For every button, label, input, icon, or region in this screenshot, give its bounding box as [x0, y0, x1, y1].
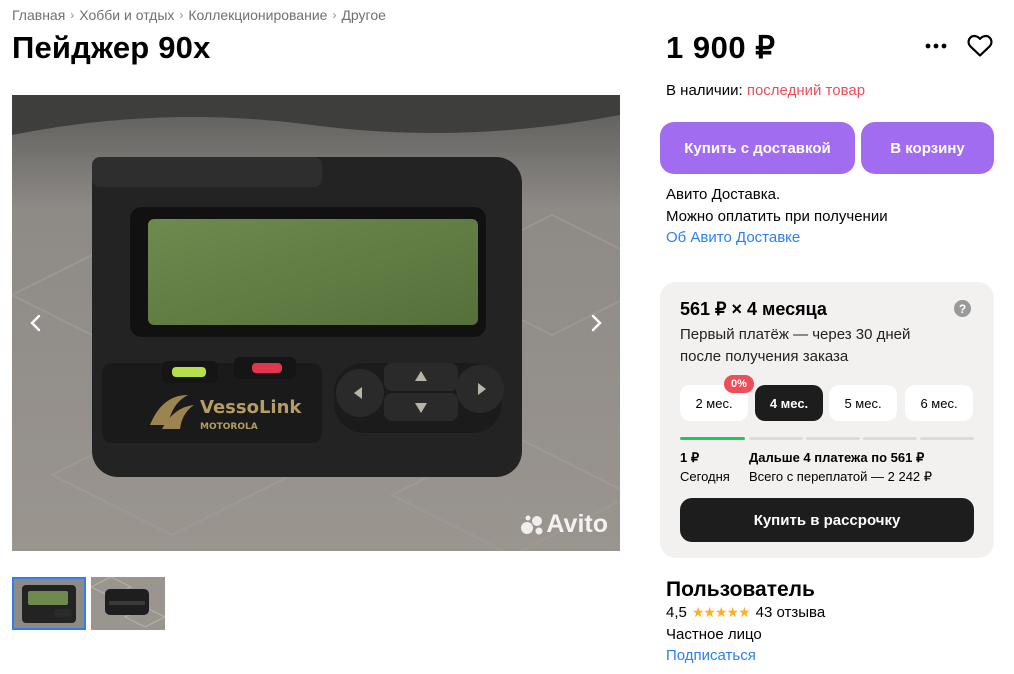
- progress-segment: [920, 437, 974, 440]
- progress-segment: [806, 437, 860, 440]
- first-payment-date: Сегодня: [680, 469, 730, 484]
- rating-stars-icon: ★★★★★: [691, 604, 751, 620]
- chevron-left-icon: [30, 314, 41, 332]
- chevron-right-icon: ›: [70, 8, 75, 22]
- gallery-prev-button[interactable]: [22, 309, 50, 337]
- breadcrumb-collecting[interactable]: Коллекционирование: [188, 7, 327, 23]
- page-title: Пейджер 90х: [12, 30, 211, 65]
- availability: В наличии: последний товар: [666, 82, 865, 99]
- thumbnail-image: [91, 577, 165, 630]
- installment-description: Первый платёж — через 30 дней после полу…: [680, 326, 911, 365]
- seller-rating: 4,5 ★★★★★ 43 отзыва: [666, 604, 825, 621]
- zero-percent-badge: 0%: [724, 375, 754, 393]
- installment-card: 561 ₽ × 4 месяца ? Первый платёж — через…: [660, 282, 994, 558]
- progress-segment-paid: [680, 437, 745, 440]
- heart-icon: [967, 34, 993, 57]
- pager-photo: VessoLink MOTOROLA: [12, 95, 620, 551]
- pager-brand-text: VessoLink: [200, 397, 302, 418]
- progress-segment: [863, 437, 917, 440]
- thumbnail-image: [14, 579, 84, 628]
- avito-watermark: Avito: [520, 510, 608, 539]
- gallery-next-button[interactable]: [582, 309, 610, 337]
- next-payments: Дальше 4 платежа по 561 ₽ Всего с перепл…: [749, 448, 932, 486]
- chevron-right-icon: ›: [179, 8, 184, 22]
- delivery-info-line2: Можно оплатить при получении: [666, 208, 888, 225]
- term-option-5[interactable]: 5 мес.: [829, 385, 897, 421]
- total-with-overpayment: Всего с переплатой — 2 242 ₽: [749, 469, 933, 484]
- gallery-thumbnail-1[interactable]: [12, 577, 86, 630]
- more-dots-icon: [925, 43, 947, 49]
- help-icon[interactable]: ?: [954, 300, 971, 317]
- breadcrumb-other[interactable]: Другое: [341, 7, 385, 23]
- breadcrumb-hobby[interactable]: Хобби и отдых: [79, 7, 174, 23]
- gallery-thumbnail-2[interactable]: [91, 577, 165, 630]
- subscribe-link[interactable]: Подписаться: [666, 647, 756, 664]
- first-payment-amount: 1 ₽: [680, 450, 700, 465]
- photo-gallery[interactable]: VessoLink MOTOROLA Avito: [12, 95, 620, 551]
- progress-segment: [749, 437, 803, 440]
- avito-logo-icon: [521, 515, 543, 534]
- price: 1 900 ₽: [666, 30, 776, 65]
- buy-installment-button[interactable]: Купить в рассрочку: [680, 498, 974, 542]
- watermark-text: Avito: [546, 510, 608, 538]
- pager-brand-sub: MOTOROLA: [200, 422, 258, 432]
- buy-with-delivery-button[interactable]: Купить с доставкой: [660, 122, 855, 174]
- chevron-right-icon: [591, 314, 602, 332]
- installment-headline: 561 ₽ × 4 месяца: [680, 299, 827, 319]
- breadcrumb: Главная › Хобби и отдых › Коллекциониров…: [12, 7, 386, 23]
- add-to-cart-button[interactable]: В корзину: [861, 122, 994, 174]
- more-options-button[interactable]: [922, 34, 950, 58]
- about-delivery-link[interactable]: Об Авито Доставке: [666, 229, 800, 246]
- breadcrumb-home[interactable]: Главная: [12, 7, 65, 23]
- rating-value: 4,5: [666, 604, 687, 621]
- favorite-button[interactable]: [965, 32, 995, 60]
- chevron-right-icon: ›: [332, 8, 337, 22]
- term-option-4[interactable]: 4 мес.: [755, 385, 823, 421]
- seller-type: Частное лицо: [666, 626, 762, 643]
- availability-value: последний товар: [746, 82, 866, 99]
- term-option-6[interactable]: 6 мес.: [905, 385, 973, 421]
- availability-label: В наличии:: [666, 82, 743, 99]
- seller-name[interactable]: Пользователь: [666, 578, 815, 602]
- reviews-link[interactable]: 43 отзыва: [756, 604, 826, 621]
- delivery-info-line1: Авито Доставка.: [666, 186, 781, 203]
- next-payments-text: Дальше 4 платежа по 561 ₽: [749, 450, 925, 465]
- first-payment: 1 ₽ Сегодня: [680, 448, 730, 486]
